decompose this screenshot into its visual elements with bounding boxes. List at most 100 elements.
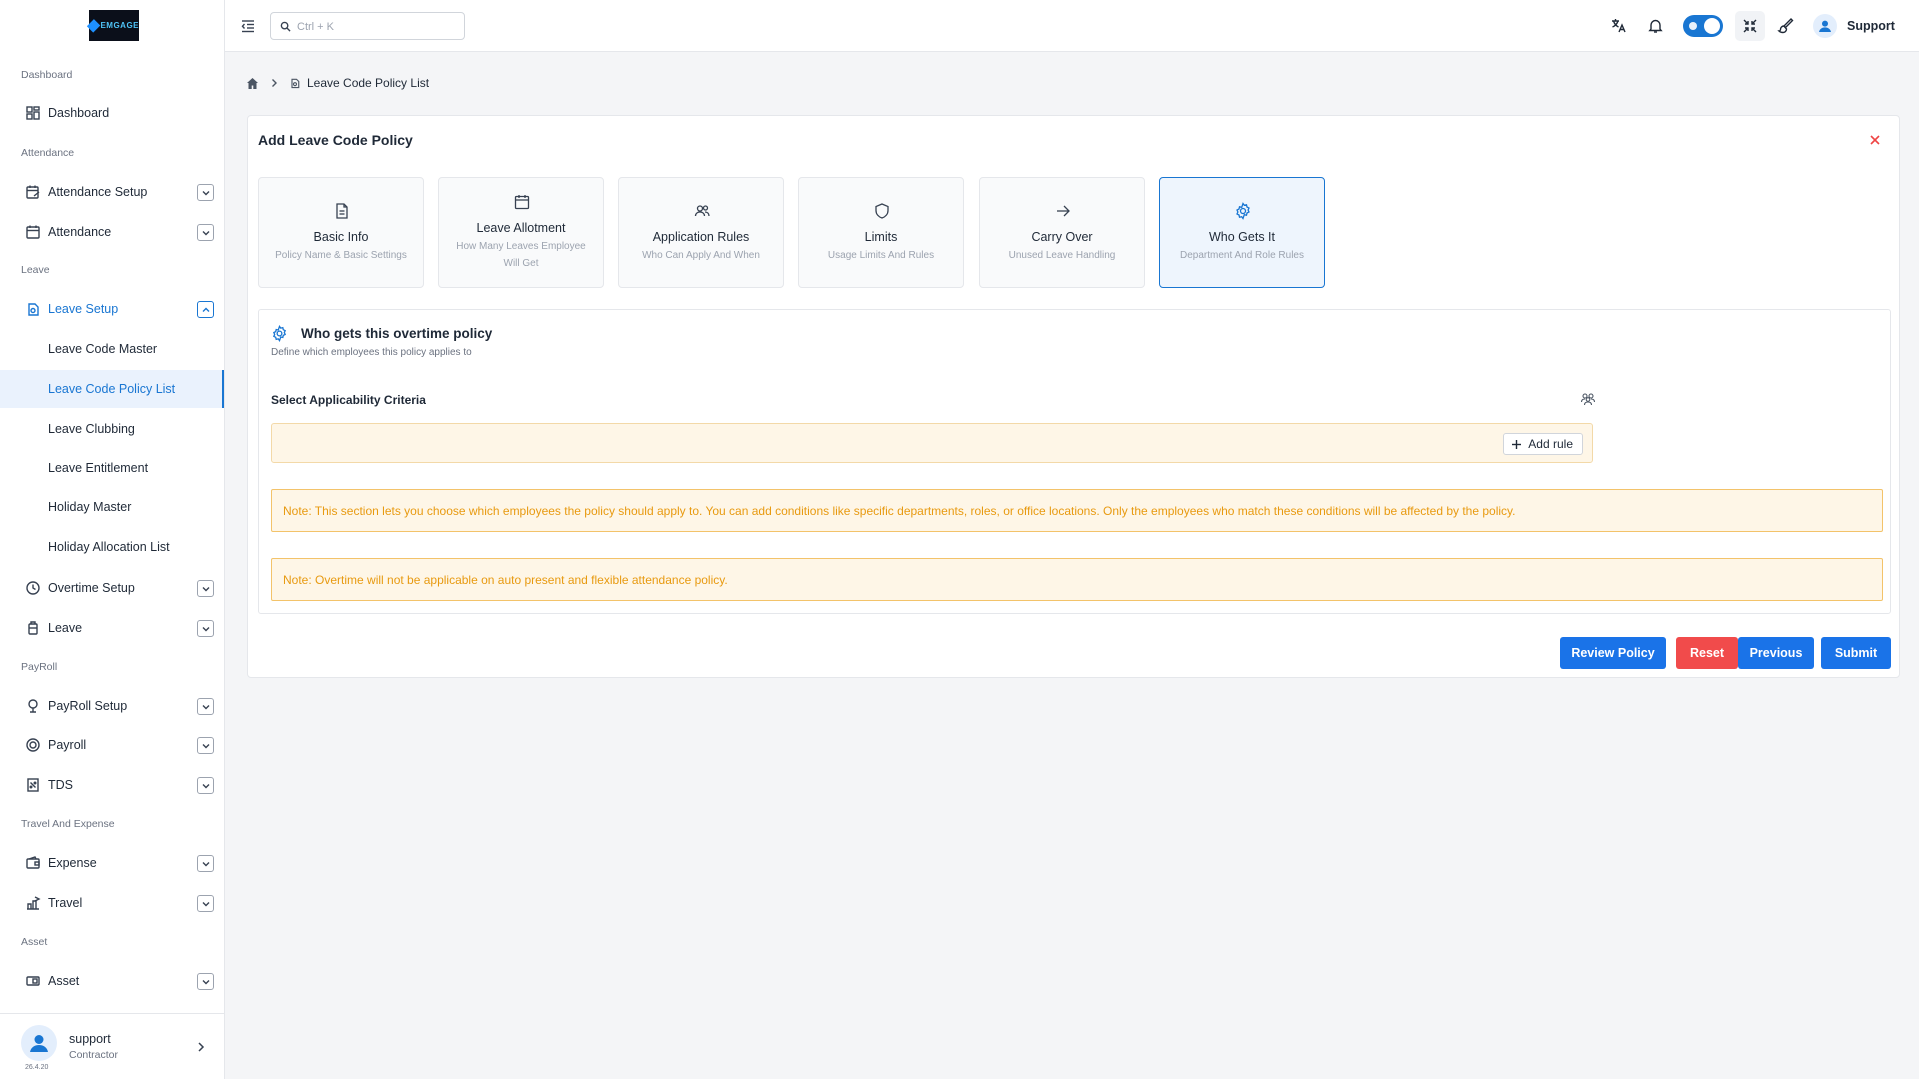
sidebar-item-attendance[interactable]: Attendance (0, 214, 224, 250)
bell-icon[interactable] (1647, 17, 1664, 34)
sidebar-item-overtime-setup[interactable]: Overtime Setup (0, 570, 224, 606)
arrow-right-icon (1054, 202, 1072, 220)
theme-toggle[interactable] (1683, 15, 1723, 37)
chevron-down-icon[interactable] (197, 777, 214, 794)
criteria-label: Select Applicability Criteria (271, 393, 426, 407)
sidebar-item-label: Overtime Setup (48, 581, 135, 595)
calendar-icon (513, 193, 531, 211)
sidebar-item-label: Asset (48, 974, 80, 988)
sidebar-item-label: Leave (48, 621, 83, 635)
sidebar-item-payroll[interactable]: Payroll (0, 727, 224, 763)
sidebar-item-payroll-setup[interactable]: PayRoll Setup (0, 688, 224, 724)
sidebar-item-dashboard[interactable]: Dashboard (0, 95, 224, 131)
calendar-icon (25, 224, 41, 240)
luggage-icon (25, 620, 41, 636)
chevron-right-icon (269, 78, 279, 88)
sidebar-item-label: Expense (48, 856, 97, 870)
sidebar-item-travel[interactable]: Travel (0, 885, 224, 921)
sidebar-subitem-label: Holiday Master (48, 500, 132, 514)
sidebar-subitem-holiday-master[interactable]: Holiday Master (0, 488, 224, 526)
search-box (270, 12, 465, 40)
step-basic-info[interactable]: Basic Info Policy Name & Basic Settings (258, 177, 424, 288)
brush-icon[interactable] (1777, 17, 1794, 34)
step-limits[interactable]: Limits Usage Limits And Rules (798, 177, 964, 288)
toggle-knob (1704, 18, 1720, 34)
chevron-down-icon[interactable] (197, 855, 214, 872)
sidebar-subitem-label: Leave Clubbing (48, 422, 135, 436)
section-label-travel-and-expense: Travel And Expense (21, 818, 115, 830)
sidebar-item-tds[interactable]: TDS (0, 767, 224, 803)
search-input[interactable] (297, 18, 457, 35)
gear-icon (271, 325, 288, 342)
chevron-down-icon[interactable] (197, 895, 214, 912)
plus-icon (1511, 439, 1522, 450)
sidebar-item-attendance-setup[interactable]: Attendance Setup (0, 174, 224, 210)
chevron-down-icon[interactable] (197, 224, 214, 241)
step-title: Who Gets It (1209, 230, 1275, 244)
sidebar-item-label: Attendance (48, 225, 112, 239)
sidebar-subitem-holiday-allocation-list[interactable]: Holiday Allocation List (0, 528, 224, 566)
sidebar-item-leave-setup[interactable]: Leave Setup (0, 291, 224, 327)
chevron-down-icon[interactable] (197, 973, 214, 990)
step-subtitle: Department And Role Rules (1180, 250, 1304, 261)
note-applicability: Note: This section lets you choose which… (271, 489, 1883, 532)
chevron-down-icon[interactable] (197, 580, 214, 597)
translate-icon[interactable] (1610, 17, 1627, 34)
sidebar-item-asset[interactable]: Asset (0, 963, 224, 999)
step-carry-over[interactable]: Carry Over Unused Leave Handling (979, 177, 1145, 288)
topbar-user-menu[interactable]: Support (1813, 14, 1895, 38)
menu-toggle-icon[interactable] (240, 18, 256, 34)
top-bar: Support (225, 0, 1919, 52)
collapse-arrows-icon (1743, 19, 1757, 33)
clock-icon (25, 580, 41, 596)
chevron-down-icon[interactable] (197, 698, 214, 715)
sidebar-item-expense[interactable]: Expense (0, 845, 224, 881)
sidebar-subitem-label: Holiday Allocation List (48, 540, 170, 554)
chevron-up-icon[interactable] (197, 301, 214, 318)
step-title: Application Rules (652, 230, 750, 244)
chevron-down-icon[interactable] (197, 620, 214, 637)
section-label-payroll: PayRoll (21, 661, 58, 673)
previous-button[interactable]: Previous (1738, 637, 1814, 669)
add-rule-button[interactable]: Add rule (1503, 433, 1583, 455)
section-label-attendance: Attendance (21, 147, 75, 159)
add-rule-label: Add rule (1528, 437, 1573, 451)
app-logo[interactable]: EMGAGE (86, 10, 139, 41)
step-title: Limits (864, 230, 898, 244)
sidebar-user-card[interactable]: support Contractor 26.4.20 (0, 1013, 224, 1079)
sidebar-item-leave[interactable]: Leave (0, 610, 224, 646)
sidebar-subitem-leave-entitlement[interactable]: Leave Entitlement (0, 449, 224, 487)
sidebar-subitem-leave-code-policy-list[interactable]: Leave Code Policy List (0, 370, 224, 408)
fullscreen-exit-button[interactable] (1735, 11, 1765, 41)
chevron-down-icon[interactable] (197, 184, 214, 201)
review-policy-button[interactable]: Review Policy (1560, 637, 1666, 669)
step-title: Carry Over (1031, 230, 1093, 244)
app-version: 26.4.20 (25, 1064, 49, 1071)
sidebar-item-label: TDS (48, 778, 73, 792)
step-title: Basic Info (313, 230, 369, 244)
search-icon (280, 21, 291, 32)
sidebar: EMGAGE Dashboard Dashboard Attendance At… (0, 0, 225, 1079)
chevron-down-icon[interactable] (197, 737, 214, 754)
submit-button[interactable]: Submit (1821, 637, 1891, 669)
user-name: support (69, 1032, 111, 1046)
logo-mark-icon (86, 18, 101, 33)
section-label-leave: Leave (21, 264, 50, 276)
avatar (21, 1025, 57, 1061)
home-icon[interactable] (246, 77, 259, 90)
step-application-rules[interactable]: Application Rules Who Can Apply And When (618, 177, 784, 288)
reset-button[interactable]: Reset (1676, 637, 1738, 669)
close-icon[interactable] (1868, 133, 1882, 147)
step-who-gets-it[interactable]: Who Gets It Department And Role Rules (1159, 177, 1325, 288)
sidebar-subitem-leave-code-master[interactable]: Leave Code Master (0, 330, 224, 368)
step-subtitle: Unused Leave Handling (1008, 250, 1116, 261)
step-leave-allotment[interactable]: Leave Allotment How Many Leaves Employee… (438, 177, 604, 288)
user-group-icon[interactable] (1580, 391, 1596, 407)
sidebar-item-label: Attendance Setup (48, 185, 148, 199)
topbar-user-name: Support (1847, 19, 1895, 33)
sidebar-subitem-leave-clubbing[interactable]: Leave Clubbing (0, 410, 224, 448)
applicability-section: Who gets this overtime policy Define whi… (258, 309, 1891, 614)
step-subtitle: How Many Leaves Employee Will Get (456, 241, 586, 269)
moon-icon (1689, 22, 1697, 30)
chevron-right-icon[interactable] (195, 1041, 207, 1053)
